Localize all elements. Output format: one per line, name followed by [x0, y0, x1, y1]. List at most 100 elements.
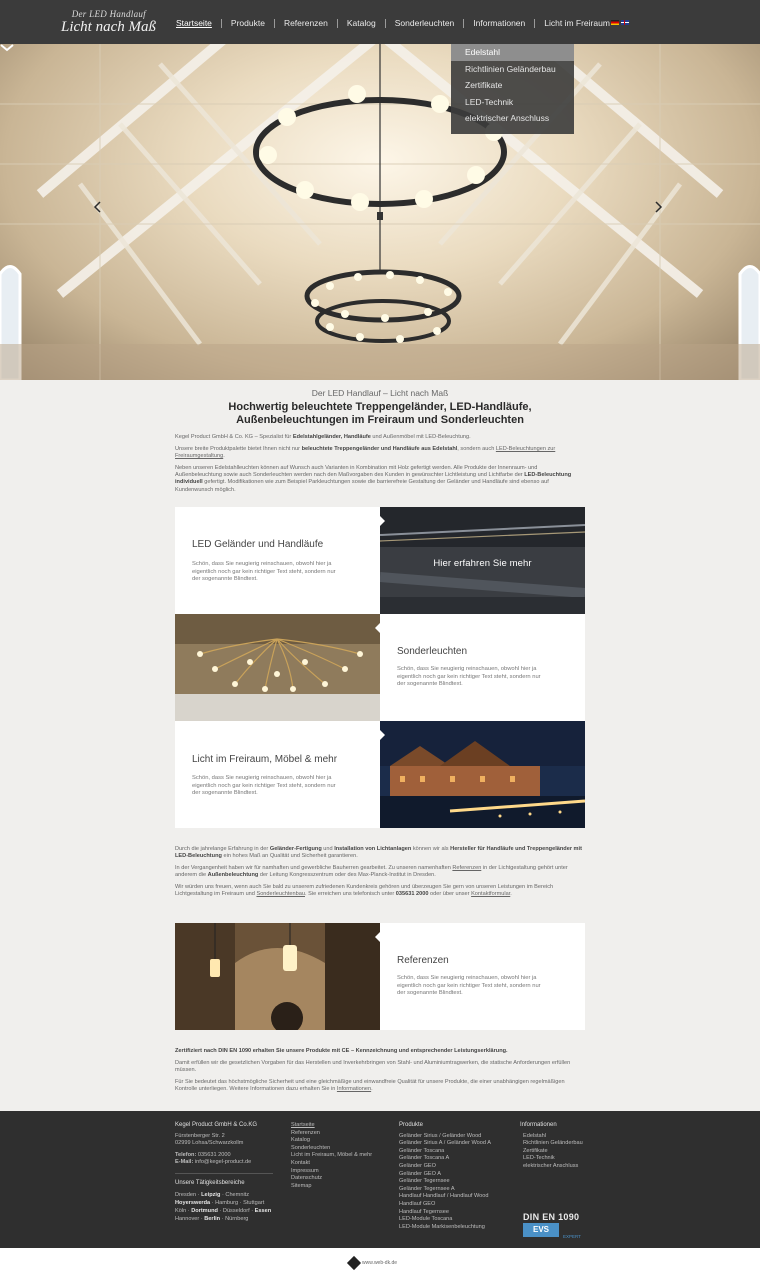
footer-product-link[interactable]: Geländer Toscana — [399, 1148, 509, 1156]
flag-de-icon[interactable] — [611, 20, 619, 25]
dropdown-item-edelstahl[interactable]: Edelstahl — [451, 44, 574, 61]
nav-licht-im-freiraum[interactable]: Licht im Freiraum — [544, 18, 610, 28]
agency-credit[interactable]: www.web-dk.de — [346, 1255, 398, 1271]
footer-link-startseite[interactable]: Startseite — [291, 1122, 386, 1130]
products-title: Produkte — [399, 1122, 424, 1128]
dropdown-item-richtlinien[interactable]: Richtlinien Geländerbau — [451, 61, 574, 78]
intro-paragraph: Neben unseren Edelstahlleuchten können a… — [175, 465, 585, 494]
main-nav: Startseite Produkte Referenzen Katalog S… — [176, 17, 610, 29]
city-list: Dresden · Leipzig · Chemnitz Hoyerswerda… — [175, 1191, 275, 1223]
text: . — [223, 453, 225, 460]
tile-description: Schön, dass Sie neugierig reinschauen, o… — [192, 775, 336, 796]
nav-informationen[interactable]: Informationen — [473, 18, 525, 28]
footer-product-link[interactable]: Geländer Tegernsee — [399, 1178, 509, 1186]
nav-divider — [220, 18, 222, 28]
footer-info-link[interactable]: Richtlinien Geländerbau — [520, 1140, 600, 1148]
tile-licht-im-freiraum[interactable]: Licht im Freiraum, Möbel & mehr Schön, d… — [175, 721, 380, 828]
footer-product-link[interactable]: Geländer GEO — [399, 1163, 509, 1171]
footer-link-impressum[interactable]: Impressum — [291, 1168, 386, 1176]
dropdown-item-elektrischer-anschluss[interactable]: elektrischer Anschluss — [451, 110, 574, 127]
footer-link-katalog[interactable]: Katalog — [291, 1137, 386, 1145]
info-title: Informationen — [520, 1122, 557, 1128]
tile-referenzen-image[interactable] — [175, 923, 380, 1030]
certification-text: Zertifiziert nach DIN EN 1090 erhalten S… — [175, 1048, 585, 1098]
footer-info-link[interactable]: LED-Technik — [520, 1155, 600, 1163]
phone-number: 035631 2000 — [395, 891, 429, 898]
text-bold: beleuchtete Treppengeländer und Handläuf… — [301, 445, 458, 452]
areas-title: Unsere Tätigkeitsbereiche — [175, 1179, 245, 1186]
city: Dresden — [175, 1191, 197, 1198]
footer-product-link[interactable]: LED-Module Toscana — [399, 1216, 509, 1224]
informationen-dropdown: Edelstahl Richtlinien Geländerbau Zertif… — [451, 44, 574, 134]
text-bold: Zertifiziert nach DIN EN 1090 erhalten S… — [175, 1048, 508, 1054]
footer-link-sitemap[interactable]: Sitemap — [291, 1183, 386, 1191]
footer-link-referenzen[interactable]: Referenzen — [291, 1130, 386, 1138]
footer-info-link[interactable]: elektrischer Anschluss — [520, 1163, 600, 1171]
logo-name: Licht nach Maß — [61, 19, 156, 35]
dropdown-item-zertifikate[interactable]: Zertifikate — [451, 77, 574, 94]
footer-info-link[interactable]: Zertifikate — [520, 1148, 600, 1156]
phone-label: Telefon: — [175, 1151, 197, 1158]
nav-referenzen[interactable]: Referenzen — [284, 18, 328, 28]
text: der Leitung Kongresszentrum oder des Max… — [258, 872, 436, 879]
footer-product-link[interactable]: Handlauf GEO — [399, 1201, 509, 1209]
text: Durch die jahrelange Erfahrung in der — [175, 846, 270, 852]
city: Köln — [175, 1207, 187, 1214]
tile-description: Schön, dass Sie neugierig reinschauen, o… — [397, 975, 541, 996]
tile-referenzen[interactable]: Referenzen Schön, dass Sie neugierig rei… — [380, 923, 585, 1030]
more-info-label[interactable]: Hier erfahren Sie mehr — [380, 558, 585, 569]
link-informationen[interactable]: Informationen — [337, 1086, 371, 1092]
link-referenzen[interactable]: Referenzen — [452, 865, 481, 871]
cert-sub: EXPERT — [563, 1234, 581, 1239]
flag-en-icon[interactable] — [621, 20, 629, 25]
dropdown-item-led-technik[interactable]: LED-Technik — [451, 94, 574, 111]
language-switcher — [611, 20, 629, 25]
city-row: Dresden · Leipzig · Chemnitz — [175, 1191, 250, 1198]
footer-product-link[interactable]: Geländer Sirius / Geländer Wood — [399, 1133, 509, 1141]
footer-link-freiraum[interactable]: Licht im Freiraum, Möbel & mehr — [291, 1152, 386, 1160]
tile-description: Schön, dass Sie neugierig reinschauen, o… — [192, 561, 336, 582]
nav-sonderleuchten[interactable]: Sonderleuchten — [395, 18, 455, 28]
certification-badge[interactable]: DIN EN 1090 EVS EXPERT — [523, 1212, 593, 1239]
email-value[interactable]: info@kegel-product.de — [195, 1159, 251, 1165]
text: können wir als — [411, 846, 451, 852]
link-sonderleuchtenbau[interactable]: Sonderleuchtenbau — [256, 891, 305, 897]
footer-link-datenschutz[interactable]: Datenschutz — [291, 1175, 386, 1183]
tile-led-gelaender[interactable]: LED Geländer und Handläufe Schön, dass S… — [175, 507, 380, 614]
tile-notch — [380, 729, 385, 741]
link-kontaktformular[interactable]: Kontaktformular — [471, 891, 510, 897]
interior-lamps-photo — [175, 923, 380, 1030]
evs-logo: EVS — [523, 1223, 559, 1237]
agency-url: www.web-dk.de — [362, 1260, 398, 1266]
castle-night-photo — [380, 721, 585, 828]
phone-value: 035631 2000 — [197, 1151, 231, 1158]
nav-startseite[interactable]: Startseite — [176, 18, 212, 28]
company-text: Durch die jahrelange Erfahrung in der Ge… — [175, 846, 585, 903]
scroll-down-chevron-icon[interactable] — [0, 44, 14, 52]
nav-produkte[interactable]: Produkte — [231, 18, 265, 28]
footer-product-link[interactable]: Geländer GEO A — [399, 1171, 509, 1179]
company-paragraph: In der Vergangenheit haben wir für namha… — [175, 865, 585, 880]
tile-sonderleuchten-image[interactable] — [175, 614, 380, 721]
hero-chandelier-illustration — [0, 44, 760, 380]
footer-product-link[interactable]: LED-Module Markisenbeleuchtung — [399, 1224, 509, 1232]
nav-katalog[interactable]: Katalog — [347, 18, 376, 28]
tile-led-gelaender-image[interactable]: Hier erfahren Sie mehr — [380, 507, 585, 614]
text: und Außenmöbel mit LED-Beleuchtung. — [370, 434, 471, 440]
company-paragraph: Wir würden uns freuen, wenn auch Sie bal… — [175, 884, 585, 899]
tile-licht-im-freiraum-image[interactable] — [380, 721, 585, 828]
footer-product-link[interactable]: Geländer Toscana A — [399, 1155, 509, 1163]
tile-description: Schön, dass Sie neugierig reinschauen, o… — [397, 666, 541, 687]
footer-link-sonderleuchten[interactable]: Sonderleuchten — [291, 1145, 386, 1153]
cert-title: DIN EN 1090 — [523, 1212, 580, 1222]
footer-product-link[interactable]: Handlauf Tegernsee — [399, 1209, 509, 1217]
site-logo[interactable]: Der LED Handlauf Licht nach Maß — [46, 9, 156, 35]
footer-product-link[interactable]: Geländer Tegernsee A — [399, 1186, 509, 1194]
footer-product-link[interactable]: Geländer Sirius A / Geländer Wood A — [399, 1140, 509, 1148]
city: Leipzig — [201, 1191, 221, 1198]
footer-info-link[interactable]: Edelstahl — [520, 1133, 600, 1141]
footer-link-kontakt[interactable]: Kontakt — [291, 1160, 386, 1168]
footer-product-link[interactable]: Handlauf Handlauf / Handlauf Wood — [399, 1193, 509, 1201]
tile-sonderleuchten[interactable]: Sonderleuchten Schön, dass Sie neugierig… — [380, 614, 585, 721]
city: Dortmund — [191, 1207, 218, 1214]
